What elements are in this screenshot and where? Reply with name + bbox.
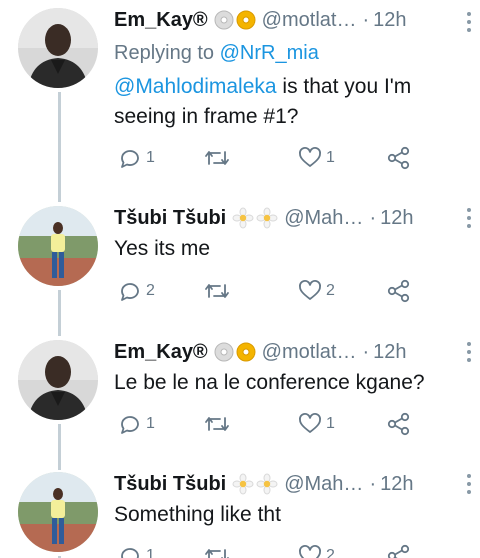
reply-button[interactable]: 1 bbox=[118, 410, 155, 438]
flower-icon bbox=[232, 473, 254, 495]
cd-icon bbox=[214, 342, 234, 362]
like-count: 2 bbox=[326, 547, 335, 558]
heart-icon bbox=[299, 413, 321, 433]
reply-prefix: Replying to bbox=[114, 42, 215, 64]
more-options-icon[interactable] bbox=[464, 8, 474, 36]
dvd-icon bbox=[236, 342, 256, 362]
reply-count: 1 bbox=[146, 547, 155, 558]
heart-icon bbox=[299, 147, 321, 167]
like-count: 1 bbox=[326, 415, 335, 432]
reply-handle-link[interactable]: @NrR_mia bbox=[220, 42, 319, 64]
replying-to: Replying to @NrR_mia bbox=[114, 40, 466, 66]
handle[interactable]: @motlat… bbox=[262, 9, 357, 32]
like-count: 1 bbox=[326, 149, 335, 166]
like-count: 2 bbox=[326, 282, 335, 299]
tweet[interactable]: Tšubi Tšubi @Mah… · 12h Yes its me 2 2 bbox=[0, 200, 480, 334]
more-options-icon[interactable] bbox=[464, 470, 474, 498]
retweet-button[interactable] bbox=[204, 277, 234, 305]
retweet-button[interactable] bbox=[204, 542, 234, 558]
heart-icon bbox=[299, 545, 321, 558]
separator: · bbox=[369, 472, 377, 495]
reply-button[interactable]: 2 bbox=[118, 277, 155, 305]
retweet-icon bbox=[205, 284, 229, 298]
retweet-icon bbox=[205, 417, 229, 431]
handle[interactable]: @Mah… bbox=[284, 207, 363, 230]
retweet-button[interactable] bbox=[204, 144, 234, 172]
timestamp[interactable]: 12h bbox=[373, 341, 406, 364]
mention-link[interactable]: @Mahlodimaleka bbox=[114, 75, 277, 98]
share-button[interactable] bbox=[386, 144, 412, 172]
separator: · bbox=[362, 8, 370, 31]
tweet[interactable]: Em_Kay® @motlat… · 12h Replying to @NrR_… bbox=[0, 0, 480, 200]
reply-icon bbox=[121, 416, 139, 434]
share-icon bbox=[387, 146, 410, 170]
display-name[interactable]: Tšubi Tšubi bbox=[114, 207, 226, 230]
avatar[interactable] bbox=[18, 340, 98, 420]
more-options-icon[interactable] bbox=[464, 338, 474, 366]
share-icon bbox=[387, 279, 410, 303]
cd-icon bbox=[214, 10, 234, 30]
reply-count: 2 bbox=[146, 282, 155, 299]
like-button[interactable]: 1 bbox=[298, 410, 335, 438]
like-button[interactable]: 2 bbox=[298, 542, 335, 558]
reply-icon bbox=[121, 150, 139, 168]
tweet-text: Le be le na le conference kgane? bbox=[114, 371, 425, 394]
reply-count: 1 bbox=[146, 415, 155, 432]
timestamp[interactable]: 12h bbox=[380, 207, 413, 230]
reply-icon bbox=[121, 283, 139, 301]
share-button[interactable] bbox=[386, 410, 412, 438]
tweet[interactable]: Em_Kay® @motlat… · 12h Le be le na le co… bbox=[0, 334, 480, 468]
timestamp[interactable]: 12h bbox=[373, 9, 406, 32]
share-icon bbox=[387, 544, 410, 558]
handle[interactable]: @motlat… bbox=[262, 341, 357, 364]
flower-icon bbox=[256, 473, 278, 495]
avatar[interactable] bbox=[18, 472, 98, 552]
heart-icon bbox=[299, 280, 321, 300]
display-name[interactable]: Em_Kay® bbox=[114, 9, 208, 32]
tweet-text: Something like tht bbox=[114, 503, 281, 526]
dvd-icon bbox=[236, 10, 256, 30]
tweet[interactable]: Tšubi Tšubi @Mah… · 12h Something like t… bbox=[0, 468, 480, 558]
separator: · bbox=[369, 206, 377, 229]
like-button[interactable]: 1 bbox=[298, 144, 335, 172]
more-options-icon[interactable] bbox=[464, 204, 474, 232]
reply-button[interactable]: 1 bbox=[118, 542, 155, 558]
reply-icon bbox=[121, 548, 139, 558]
avatar[interactable] bbox=[18, 206, 98, 286]
tweet-text: @Mahlodimaleka is that you I'm seeing in… bbox=[114, 72, 466, 132]
handle[interactable]: @Mah… bbox=[284, 473, 363, 496]
retweet-icon bbox=[205, 151, 229, 165]
display-name[interactable]: Tšubi Tšubi bbox=[114, 473, 226, 496]
tweet-text: Yes its me bbox=[114, 237, 211, 260]
flower-icon bbox=[256, 207, 278, 229]
separator: · bbox=[362, 340, 370, 363]
reply-button[interactable]: 1 bbox=[118, 144, 155, 172]
timestamp[interactable]: 12h bbox=[380, 473, 413, 496]
retweet-icon bbox=[205, 549, 229, 558]
retweet-button[interactable] bbox=[204, 410, 234, 438]
reply-count: 1 bbox=[146, 149, 155, 166]
like-button[interactable]: 2 bbox=[298, 277, 335, 305]
avatar[interactable] bbox=[18, 8, 98, 88]
display-name[interactable]: Em_Kay® bbox=[114, 341, 208, 364]
share-button[interactable] bbox=[386, 277, 412, 305]
share-icon bbox=[387, 412, 410, 436]
share-button[interactable] bbox=[386, 542, 412, 558]
flower-icon bbox=[232, 207, 254, 229]
